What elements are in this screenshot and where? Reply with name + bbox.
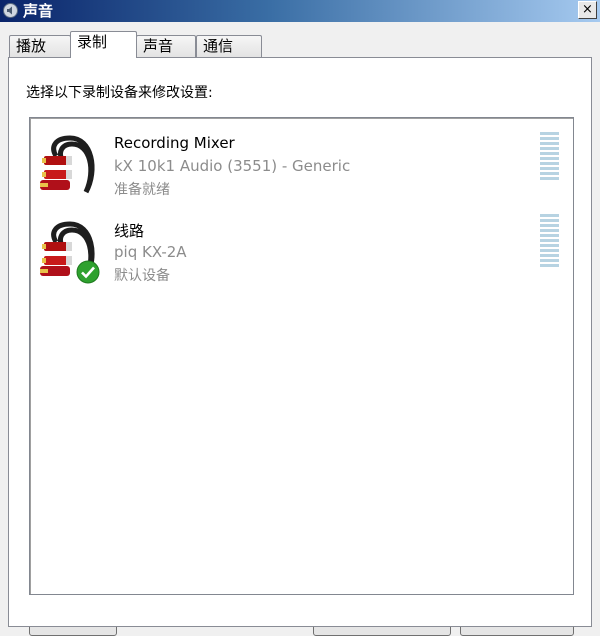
level-meter xyxy=(540,214,559,269)
tab-recording[interactable]: 录制 xyxy=(70,31,137,58)
audio-cable-icon xyxy=(40,135,95,194)
device-driver: kX 10k1 Audio (3551) - Generic xyxy=(114,157,351,175)
window-title: 声音 xyxy=(23,2,54,20)
tab-playback[interactable]: 播放 xyxy=(9,35,71,57)
speaker-icon xyxy=(3,3,18,18)
instruction-label: 选择以下录制设备来修改设置: xyxy=(26,85,213,101)
device-driver: piq KX-2A xyxy=(114,243,187,261)
device-status: 默认设备 xyxy=(114,268,170,284)
device-name: Recording Mixer xyxy=(114,134,235,152)
tab-communications[interactable]: 通信 xyxy=(196,35,262,57)
tab-sounds[interactable]: 声音 xyxy=(136,35,196,57)
device-list[interactable]: Recording Mixer kX 10k1 Audio (3551) - G… xyxy=(29,117,574,595)
level-meter xyxy=(540,132,559,182)
device-status: 准备就绪 xyxy=(114,182,170,198)
title-bar: 声音 × xyxy=(0,0,600,22)
device-item-recording-mixer[interactable]: Recording Mixer kX 10k1 Audio (3551) - G… xyxy=(30,122,570,202)
default-device-check-icon xyxy=(76,260,100,284)
close-button[interactable]: × xyxy=(578,1,597,19)
device-item-line-in[interactable]: 线路 piq KX-2A 默认设备 xyxy=(30,208,570,288)
device-name: 线路 xyxy=(114,222,145,240)
